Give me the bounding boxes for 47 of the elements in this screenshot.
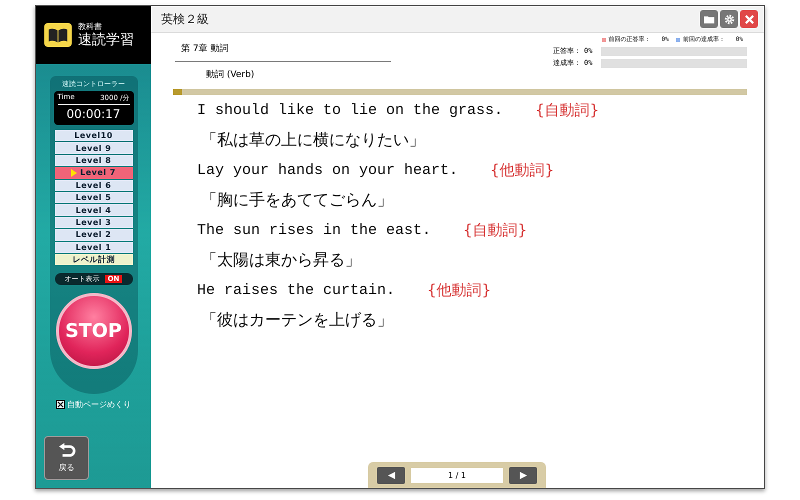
verb-type-label: {他動詞} [490,160,554,180]
level-button[interactable]: Level 4 [54,204,132,216]
japanese-translation: 「私は草の上に横になりたい」 [201,130,425,150]
app-title: 速読学習 [78,32,134,49]
timer-value: 00:00:17 [66,106,122,123]
close-icon [744,14,754,24]
level-button[interactable]: Level 5 [54,192,132,204]
back-button[interactable]: 戻る [44,436,89,480]
level-button[interactable]: Level 8 [54,154,132,166]
left-triangle-icon [386,470,396,480]
next-page-button[interactable] [509,466,537,484]
level-button[interactable]: Level 2 [54,229,132,241]
level-button[interactable]: Level 9 [54,142,132,154]
level-button[interactable]: Level 3 [54,216,132,228]
window-title: 英検２級 [161,10,209,28]
folder-icon [704,14,714,24]
english-sentence: Lay your hands on your heart. [197,162,458,178]
level-button[interactable]: Level 1 [54,242,132,253]
level-measure-button[interactable]: レベル計測 [54,254,132,266]
japanese-translation: 「彼はカーテンを上げる」 [201,310,393,330]
verb-type-label: {自動詞} [535,100,600,120]
verb-type-label: {自動詞} [463,220,528,240]
chapter-title: 第 7章 動詞 [175,35,391,62]
english-sentence: He raises the curtain. [197,282,396,298]
return-arrow-icon [58,443,76,459]
settings-button[interactable] [720,10,738,28]
close-button[interactable] [740,10,758,28]
logo-subtitle: 教科書 [78,21,103,32]
level-button[interactable]: Level 7 [54,167,132,179]
verb-type-label: {他動詞} [427,280,492,300]
checkbox[interactable] [56,400,65,409]
japanese-translation: 「太陽は東から昇る」 [201,250,361,270]
pointer-icon [71,168,78,177]
level-button[interactable]: Level10 [54,130,132,142]
english-sentence: I should like to lie on the grass. [197,102,504,118]
right-triangle-icon [518,470,528,480]
auto-page-label: 自動ページめくり [67,399,131,410]
folder-button[interactable] [700,10,718,28]
settings-icon [724,14,734,24]
section-title: 動詞 (Verb) [205,68,256,81]
english-sentence: The sun rises in the east. [197,222,432,238]
level-button[interactable]: Level 6 [54,180,132,191]
page-indicator: 1 / 1 [411,468,503,482]
japanese-translation: 「胸に手をあててごらん」 [201,190,393,210]
previous-page-button[interactable] [377,466,405,484]
stop-button[interactable]: STOP [56,293,132,370]
book-icon [44,23,72,47]
